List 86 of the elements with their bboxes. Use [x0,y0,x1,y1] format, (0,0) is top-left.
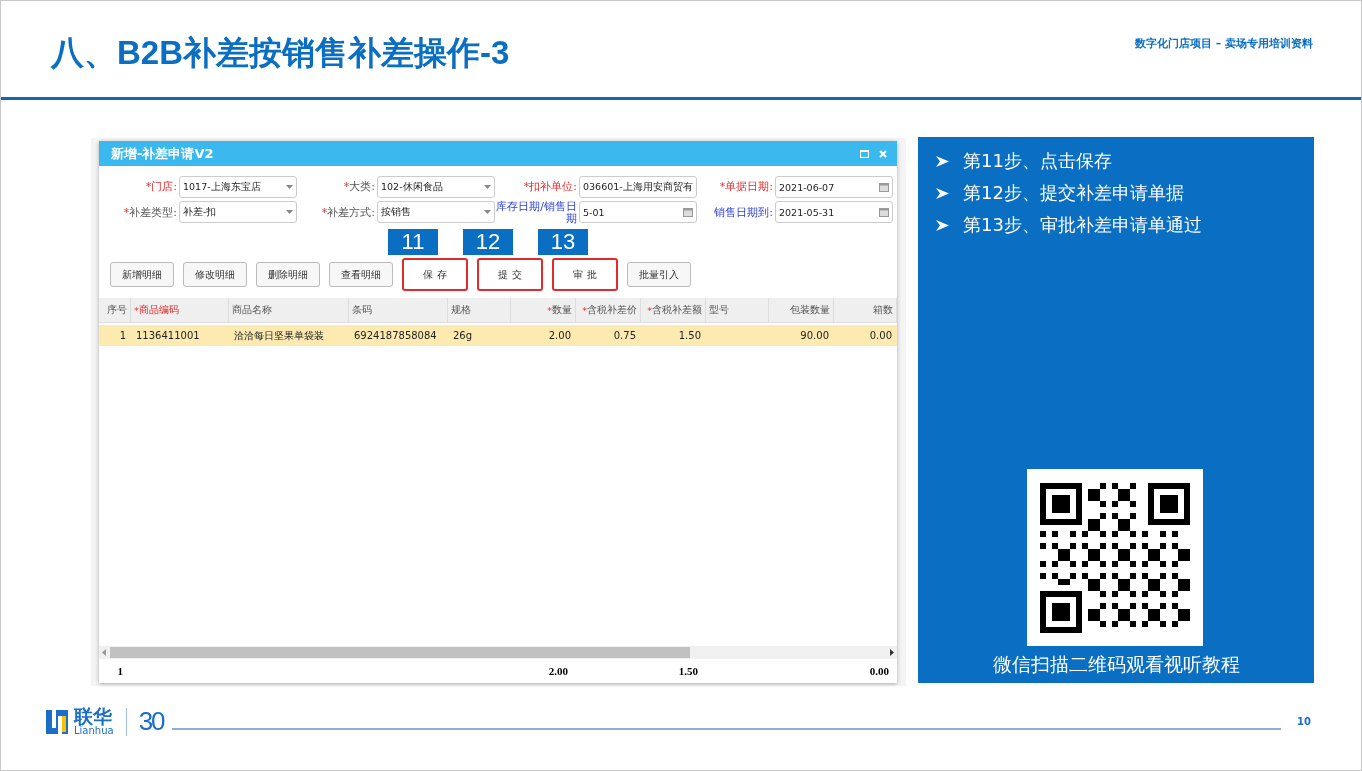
arrow-bullet-icon [936,186,949,200]
step-text: 第12步、提交补差申请单据 [963,181,1184,205]
dropdown-caret-icon [286,210,293,214]
column-header[interactable]: *含税补差价 [576,298,641,322]
qr-caption: 微信扫描二维码观看视听教程 [991,652,1241,677]
toolbar-button[interactable]: 提 交 [477,258,543,291]
slide-subtitle: 数字化门店项目 – 卖场专用培训资料 [1134,36,1313,51]
table-cell-text: 1136411001 [135,329,201,343]
anniversary-logo: 30 [138,706,164,737]
column-header[interactable]: 条码 [349,298,448,322]
field-label: 库存日期/销售日期 [496,200,577,225]
field-label: 补差方式: [327,206,375,219]
logo-icon [44,707,70,736]
column-header[interactable]: *商品编码 [131,298,229,322]
required-mark: * [145,180,152,193]
required-mark: * [523,180,530,193]
table-cell-text: 1 [118,329,127,343]
brand-latin-name: Lianhua [74,726,114,736]
step-text: 第11步、点击保存 [963,149,1112,173]
column-header[interactable]: 商品名称 [229,298,349,322]
field-label: 扣补单位: [529,180,577,193]
total-cell-text: 0.00 [868,664,890,679]
column-header[interactable]: 规格 [448,298,511,322]
step-text: 第13步、审批补差申请单通过 [963,213,1202,237]
toolbar-button[interactable]: 删除明细 [256,262,320,287]
calendar-icon [683,207,693,217]
horizontal-scrollbar[interactable] [99,646,897,659]
toolbar-button[interactable]: 查看明细 [329,262,393,287]
arrow-bullet-icon [936,218,949,232]
date-field[interactable]: 2021-06-07 [775,176,893,198]
field-label: 销售日期到: [714,206,773,219]
arrow-bullet-icon [936,154,949,168]
table-cell-text: 90.00 [799,329,830,343]
toolbar-button[interactable]: 批量引入 [627,262,691,287]
required-mark: * [719,180,726,193]
table-row[interactable]: 1 1136411001 洽洽每日坚果单袋装 6924187858084 26g 2.00 0.75 1.50 90.00 0.00 [99,325,897,346]
total-cell-text: 2.00 [547,664,569,679]
column-header[interactable]: 序号 [99,298,131,322]
table-cell-text: 0.00 [868,329,893,343]
dropdown-field[interactable]: 1017-上海东宝店 [179,176,297,198]
field-label: 补差类型: [129,206,177,219]
dropdown-field[interactable]: 补差-扣 [179,201,297,223]
table-cell-text: 洽洽每日坚果单袋装 [233,328,325,343]
brand-name: 联华 [74,707,112,726]
step-number-badge: 12 [463,229,513,255]
dropdown-field[interactable]: 102-休闲食品 [377,176,495,198]
toolbar-button[interactable]: 修改明细 [183,262,247,287]
column-header[interactable]: *含税补差额 [641,298,706,322]
required-mark: * [343,180,350,193]
table-cell-text: 1.50 [677,329,702,343]
required-mark: * [123,206,130,219]
column-header[interactable]: 箱数 [834,298,897,322]
page-number: 10 [1297,716,1311,727]
date-field[interactable]: 2021-05-31 [775,201,893,223]
column-header[interactable]: *数量 [511,298,576,322]
scroll-right-icon [890,649,894,656]
table-cell-text: 0.75 [612,329,637,343]
close-icon [879,149,887,158]
toolbar-button[interactable]: 保 存 [402,258,468,291]
step-number-badge: 11 [388,229,438,255]
date-field[interactable]: 5-01 [579,201,697,223]
field-label: 单据日期: [725,180,773,193]
dropdown-caret-icon [484,185,491,189]
required-mark: * [321,206,328,219]
dialog-title: 新增-补差申请V2 [111,144,214,163]
field-label: 门店: [151,180,177,193]
total-cell-text: 1 [116,664,124,679]
dropdown-field[interactable]: 按销售 [377,201,495,223]
toolbar-button[interactable]: 新增明细 [110,262,174,287]
calendar-icon [879,207,889,217]
step-number-badge: 13 [538,229,588,255]
dropdown-field[interactable]: 036601-上海用安商贸有 [579,176,697,198]
slide-title: 八、B2B补差按销售补差操作-3 [51,33,510,73]
toolbar-button[interactable]: 审 批 [552,258,618,291]
field-label: 大类: [349,180,375,193]
maximize-icon [860,149,869,158]
column-header[interactable]: 型号 [706,298,769,322]
calendar-icon [879,182,889,192]
column-header[interactable]: 包装数量 [769,298,834,322]
dropdown-caret-icon [484,210,491,214]
scroll-left-icon [102,649,106,656]
table-cell-text: 2.00 [547,329,572,343]
total-cell-text: 1.50 [677,664,699,679]
dropdown-caret-icon [286,185,293,189]
table-cell-text: 26g [452,329,474,343]
table-cell-text: 6924187858084 [353,329,438,343]
